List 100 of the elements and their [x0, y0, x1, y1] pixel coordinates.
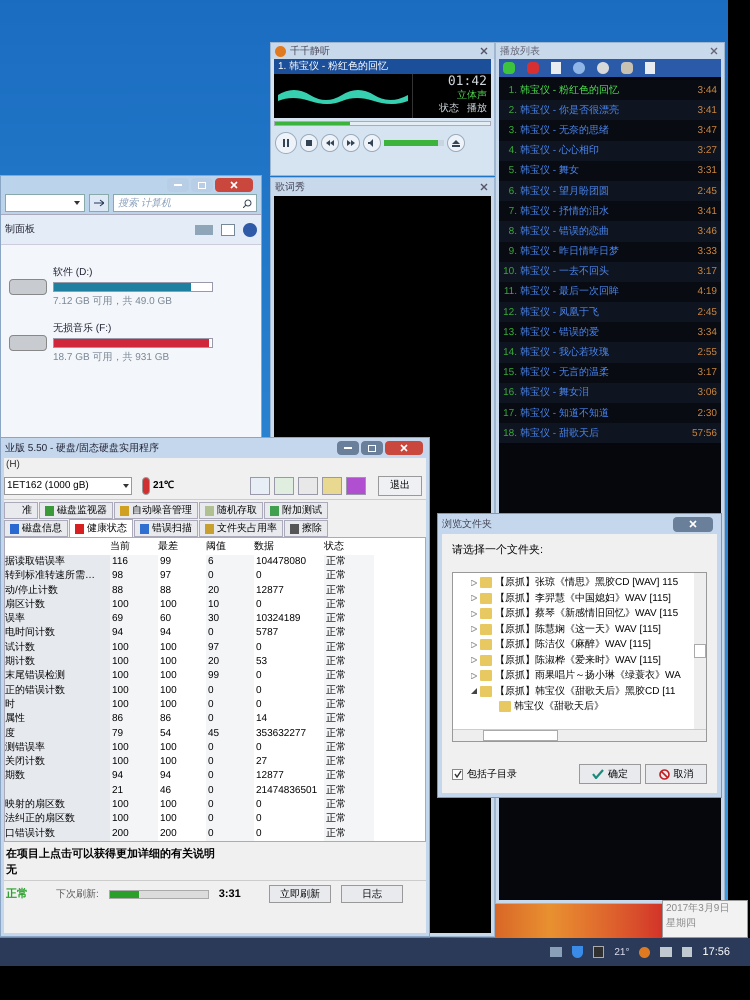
attribute-cell: 动/停止计数	[5, 584, 110, 598]
minimize-button[interactable]	[337, 441, 359, 455]
folder-item[interactable]: 【原抓】李羿慧《中国媳妇》WAV [115]	[495, 590, 671, 606]
track-number: 17.	[503, 406, 517, 421]
track-duration: 4:19	[698, 285, 717, 300]
next-button[interactable]	[342, 134, 360, 152]
horizontal-scrollbar[interactable]	[453, 729, 706, 741]
tray-icon[interactable]	[593, 946, 604, 958]
tab[interactable]: 磁盘监视器	[39, 502, 113, 519]
collapse-arrow-icon[interactable]	[471, 688, 477, 694]
tray-icon[interactable]	[550, 947, 562, 957]
playlist-item[interactable]: 14. 韩宝仪 - 我心若玫瑰 2:55	[499, 342, 721, 363]
folder-item[interactable]: 【原抓】陈洁仪《麻醉》WAV [115]	[495, 637, 651, 652]
close-button[interactable]	[478, 45, 490, 57]
playlist-item[interactable]: 9. 韩宝仪 - 昨日情昨日梦 3:33	[499, 242, 721, 262]
expand-arrow-icon[interactable]	[471, 672, 477, 679]
eject-button[interactable]	[447, 134, 465, 152]
table-cell-text: 100	[159, 698, 178, 712]
column-header[interactable]: 数据	[254, 539, 324, 554]
playlist-item[interactable]: 3. 韩宝仪 - 无奈的思绪 3:47	[499, 120, 721, 141]
playlist-item[interactable]: 4. 韩宝仪 - 心心相印 3:27	[499, 140, 721, 161]
pause-button[interactable]	[275, 132, 297, 154]
playlist-item[interactable]: 6. 韩宝仪 - 望月盼团圆 2:45	[499, 180, 721, 202]
folder-item[interactable]: 【原抓】陈淑桦《爱来时》WAV [115]	[495, 652, 661, 668]
playlist-item[interactable]: 16. 韩宝仪 - 舞女泪 3:06	[499, 382, 721, 403]
previous-button[interactable]	[321, 134, 339, 152]
track-duration: 3:31	[698, 164, 717, 178]
exit-button[interactable]: 退出	[378, 476, 422, 496]
seek-bar[interactable]	[274, 121, 491, 126]
playlist-item[interactable]: 18. 韩宝仪 - 甜歌天后 57:56	[499, 423, 721, 444]
folder-item[interactable]: 【原抓】蔡琴《新感情旧回忆》WAV [115	[495, 606, 678, 622]
playlist-item[interactable]: 7. 韩宝仪 - 抒情的泪水 3:41	[499, 201, 721, 222]
playlist-item[interactable]: 5. 韩宝仪 - 舞女 3:31	[499, 160, 721, 181]
tab[interactable]: 准	[4, 502, 38, 519]
thermometer-icon	[142, 476, 150, 494]
close-button[interactable]	[385, 441, 423, 455]
close-button[interactable]	[478, 181, 490, 193]
drive-select[interactable]: 1ET162 (1000 gB)	[4, 476, 132, 494]
tab[interactable]: 自动噪音管理	[114, 502, 198, 519]
menu-item[interactable]: (H)	[4, 458, 426, 472]
column-header[interactable]: 最差	[158, 539, 206, 554]
ok-button[interactable]: 确定	[579, 764, 641, 784]
clock[interactable]: 17:56	[702, 944, 730, 960]
folder-item[interactable]: 【原抓】张琼《情思》黑胶CD [WAV] 115	[495, 575, 678, 590]
playlist-item[interactable]: 11. 韩宝仪 - 最后一次回眸 4:19	[499, 282, 721, 302]
folder-item[interactable]: 【原抓】雨果唱片～扬小琳《绿蓑衣》WA	[495, 668, 681, 684]
tab[interactable]: 健康状态	[69, 519, 133, 538]
volume-slider[interactable]	[384, 140, 444, 146]
volume-button[interactable]	[363, 134, 381, 152]
expand-arrow-icon[interactable]	[471, 580, 477, 586]
expand-arrow-icon[interactable]	[471, 657, 477, 664]
track-number: 13.	[503, 326, 517, 340]
caret-icon	[123, 484, 129, 488]
tab[interactable]: 磁盘信息	[4, 520, 68, 537]
playlist-item[interactable]: 2. 韩宝仪 - 你是否很漂亮 3:41	[499, 100, 721, 120]
playlist-item[interactable]: 13. 韩宝仪 - 错误的爱 3:34	[499, 322, 721, 342]
close-button[interactable]	[215, 178, 253, 192]
drive-name[interactable]: 无损音乐 (F:)	[53, 321, 213, 336]
folder-item[interactable]: 【原抓】陈慧娴《这一天》WAV [115]	[495, 622, 661, 637]
expand-arrow-icon[interactable]	[471, 642, 477, 648]
tab[interactable]: 附加测试	[264, 502, 328, 519]
stop-button[interactable]	[300, 134, 318, 152]
drive-name[interactable]: 软件 (D:)	[53, 265, 213, 280]
track-duration: 2:30	[698, 406, 717, 421]
tab[interactable]: 擦除	[284, 520, 328, 537]
maximize-button[interactable]	[361, 441, 383, 455]
tab[interactable]: 错误扫描	[134, 520, 198, 537]
preview-pane-icon[interactable]	[221, 224, 235, 236]
cancel-button[interactable]: 取消	[645, 764, 707, 784]
playlist-item[interactable]: 15. 韩宝仪 - 无言的温柔 3:17	[499, 362, 721, 383]
refresh-now-button[interactable]: 立即刷新	[268, 885, 331, 904]
player-logo-icon[interactable]	[639, 946, 650, 958]
minimize-icon	[174, 184, 182, 186]
column-header[interactable]: 状态	[324, 539, 374, 554]
folder-item[interactable]: 韩宝仪《甜歌天后》	[514, 699, 604, 714]
close-button[interactable]	[708, 45, 720, 57]
table-cell: 正常	[324, 798, 374, 812]
refresh-button[interactable]	[89, 194, 109, 212]
log-button[interactable]: 日志	[340, 885, 403, 904]
tab[interactable]: 随机存取	[199, 502, 263, 519]
vertical-scrollbar[interactable]	[694, 573, 706, 729]
expand-arrow-icon[interactable]	[471, 610, 477, 617]
shield-icon[interactable]	[572, 946, 584, 958]
previous-icon	[326, 140, 334, 146]
playlist-item[interactable]: 1. 韩宝仪 - 粉红色的回忆 3:44	[499, 80, 721, 100]
playlist-item[interactable]: 17. 韩宝仪 - 知道不知道 2:30	[499, 403, 721, 424]
include-subfolders-checkbox[interactable]	[452, 768, 463, 780]
playlist-item[interactable]: 12. 韩宝仪 - 凤凰于飞 2:45	[499, 302, 721, 322]
column-header[interactable]: 阈值	[206, 539, 254, 554]
folder-item[interactable]: 【原抓】韩宝仪《甜歌天后》黑胶CD [11	[495, 684, 676, 699]
playlist-item[interactable]: 8. 韩宝仪 - 错误的恋曲 3:46	[499, 221, 721, 242]
column-header[interactable]: 当前	[110, 539, 158, 554]
attribute-cell: 据读取错误率	[5, 555, 110, 570]
tab[interactable]: 文件夹占用率	[199, 520, 283, 537]
expand-arrow-icon[interactable]	[471, 595, 477, 602]
track-number: 5.	[508, 164, 517, 178]
expand-arrow-icon[interactable]	[471, 626, 477, 632]
playlist-item[interactable]: 10. 韩宝仪 - 一去不回头 3:17	[499, 262, 721, 282]
checkbox-label[interactable]: 包括子目录	[467, 766, 575, 782]
close-button[interactable]	[673, 516, 713, 532]
